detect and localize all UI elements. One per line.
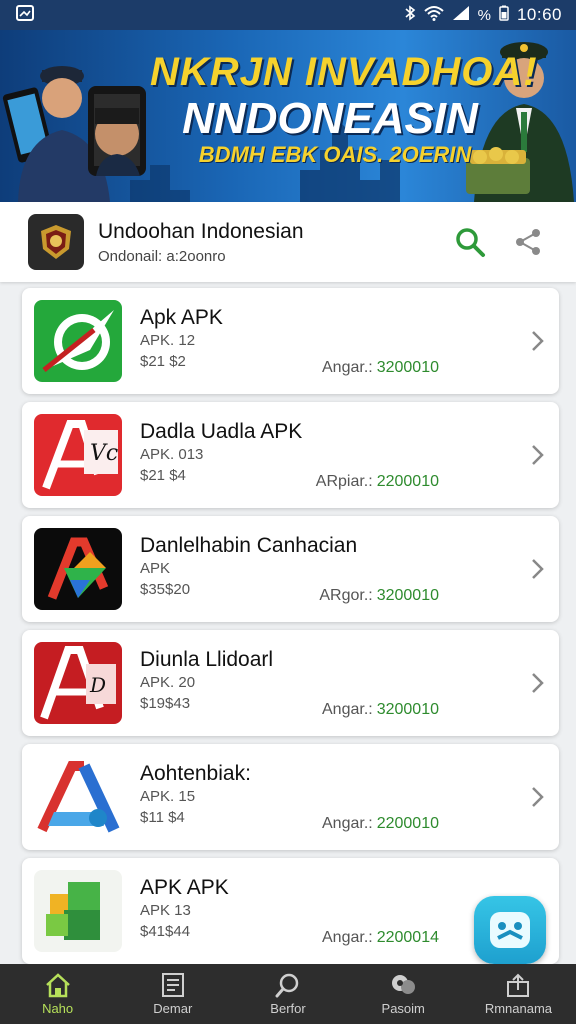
app-list-item[interactable]: D Diunla Llidoarl APK. 20 $19$43 Angar.:… xyxy=(22,630,559,736)
app-size: $41$44 xyxy=(140,923,191,940)
app-icon-blue-red-a xyxy=(34,756,122,838)
chat-icon xyxy=(392,975,416,994)
nav-label: Rmnanama xyxy=(484,1001,553,1016)
wifi-icon xyxy=(423,5,444,25)
battery-icon xyxy=(499,5,509,25)
nav-label: Berfor xyxy=(270,1001,306,1016)
app-list-item[interactable]: Aohtenbiak: APK. 15 $11 $4 Angar.: 220001… xyxy=(22,744,559,850)
app-size: $19$43 xyxy=(140,695,191,712)
robot-face-icon xyxy=(490,912,530,948)
app-icon-green-plane xyxy=(34,300,122,382)
app-title: APK APK xyxy=(140,876,229,899)
search-button[interactable] xyxy=(450,222,490,262)
app-icon-red-doc-a: D xyxy=(34,642,122,724)
officer-illustration-left xyxy=(2,66,146,202)
app-header: Undoohan Indonesian Ondonail: a:2oonro xyxy=(0,202,576,282)
document-icon xyxy=(161,973,184,997)
upload-icon xyxy=(507,973,530,997)
app-price: Angar.: 3200010 xyxy=(322,701,439,718)
app-version: APK. 013 xyxy=(140,446,204,463)
svg-text:Vc: Vc xyxy=(90,441,118,466)
bluetooth-icon xyxy=(404,5,416,25)
nav-label: Pasoim xyxy=(381,1001,425,1016)
app-version: APK. 12 xyxy=(140,332,196,349)
banner-headline: NKRJN INVADHOA! xyxy=(150,50,538,94)
app-price: Angar.: 2200010 xyxy=(322,815,439,832)
bottom-navigation: Naho Demar Berfor Pasoim Rmnanama xyxy=(0,964,576,1024)
nav-item-home[interactable]: Naho xyxy=(0,964,115,1024)
app-subtitle: Ondonail: a:2oonro xyxy=(98,247,226,265)
app-logo xyxy=(28,214,84,270)
promo-banner[interactable]: NKRJN INVADHOA! NNDONEASIN BDMH EBK OAIS… xyxy=(0,30,576,202)
app-list-item[interactable]: Vc Dadla Uadla APK APK. 013 $21 $4 ARpia… xyxy=(22,402,559,508)
app-title: Diunla Llidoarl xyxy=(140,648,274,671)
app-price: ARpiar.: 2200010 xyxy=(315,473,439,490)
banner-tagline: BDMH EBK OAIS. 2OERIN xyxy=(198,142,472,167)
app-price: Angar.: 2200014 xyxy=(322,929,439,946)
search-icon xyxy=(275,973,299,998)
banner-title: NNDONEASIN xyxy=(182,94,478,143)
svg-text:D: D xyxy=(89,673,106,697)
app-size: $21 $2 xyxy=(140,353,186,370)
signal-icon xyxy=(452,5,470,25)
share-button[interactable] xyxy=(508,222,548,262)
chevron-right-icon xyxy=(532,673,544,693)
status-bar: % 10:60 xyxy=(0,0,576,30)
app-size: $21 $4 xyxy=(140,467,186,484)
chevron-right-icon xyxy=(532,787,544,807)
app-icon-play-multicolor xyxy=(34,528,122,610)
nav-item-search[interactable]: Berfor xyxy=(230,964,345,1024)
app-list-item[interactable]: Danlelhabin Canhacian APK $35$20 ARgor.:… xyxy=(22,516,559,622)
nav-label: Naho xyxy=(42,1001,74,1016)
app-title: Apk APK xyxy=(140,306,223,329)
app-list-item[interactable]: Apk APK APK. 12 $21 $2 Angar.: 3200010 xyxy=(22,288,559,394)
app-price: ARgor.: 3200010 xyxy=(319,587,439,604)
battery-percent: % xyxy=(477,6,491,24)
nav-item-document[interactable]: Demar xyxy=(115,964,230,1024)
app-title: Dadla Uadla APK xyxy=(140,420,303,443)
app-list: Apk APK APK. 12 $21 $2 Angar.: 3200010 Vc… xyxy=(22,288,559,972)
app-version: APK 13 xyxy=(140,902,191,919)
share-icon xyxy=(516,229,540,255)
nav-item-upload[interactable]: Rmnanama xyxy=(461,964,576,1024)
app-title: Aohtenbiak: xyxy=(140,762,251,785)
nav-label: Demar xyxy=(153,1001,193,1016)
chevron-right-icon xyxy=(532,559,544,579)
app-size: $35$20 xyxy=(140,581,191,598)
chevron-right-icon xyxy=(532,445,544,465)
search-icon xyxy=(456,228,485,257)
app-icon-red-a: Vc xyxy=(34,414,122,496)
app-size: $11 $4 xyxy=(140,809,185,826)
chevron-right-icon xyxy=(532,331,544,351)
app-version: APK. 20 xyxy=(140,674,196,691)
nav-item-chat[interactable]: Pasoim xyxy=(346,964,461,1024)
app-version: APK. 15 xyxy=(140,788,196,805)
app-price: Angar.: 3200010 xyxy=(322,359,439,376)
app-version: APK xyxy=(140,560,171,577)
app-name: Undoohan Indonesian xyxy=(98,219,304,243)
app-title: Danlelhabin Canhacian xyxy=(140,534,358,557)
floating-action-button[interactable] xyxy=(474,896,546,964)
app-icon-green-cubes xyxy=(34,870,122,952)
clock: 10:60 xyxy=(516,5,562,24)
home-icon xyxy=(45,973,70,998)
gallery-notification-icon xyxy=(16,4,34,26)
